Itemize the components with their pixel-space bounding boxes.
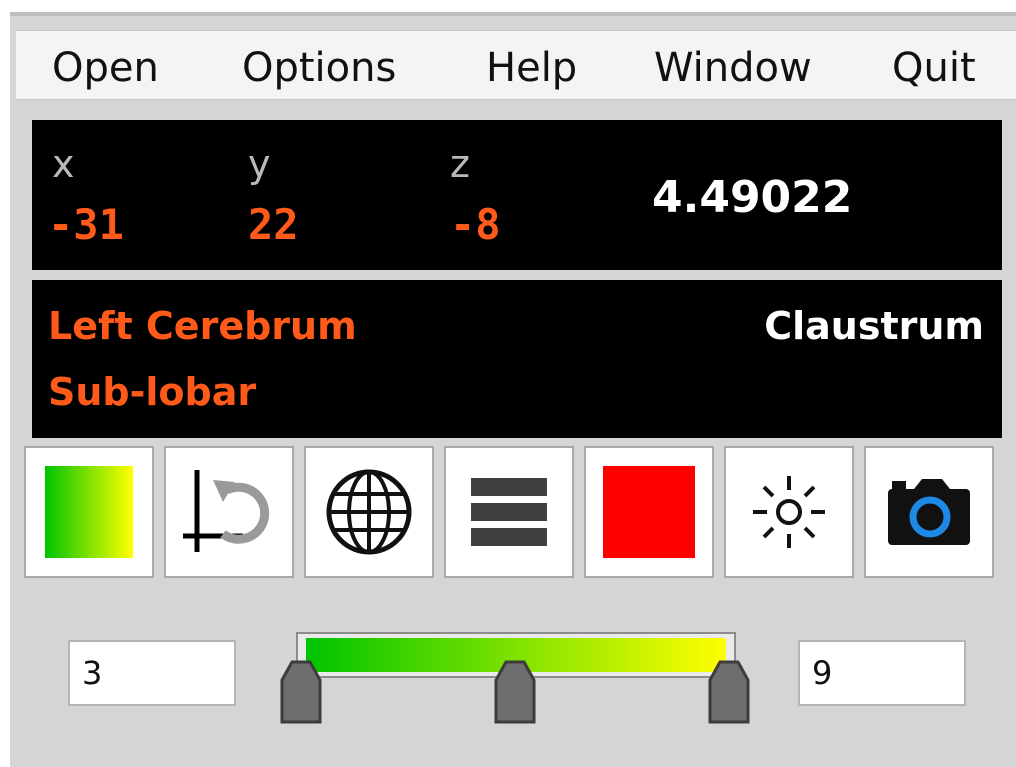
brightness-icon — [753, 476, 825, 548]
threshold-min-input[interactable]: 3 — [68, 640, 236, 706]
menu-help[interactable]: Help — [486, 44, 577, 92]
menu-open[interactable]: Open — [52, 44, 159, 92]
menu-bar: Open Options Help Window Quit — [16, 30, 1016, 100]
hemisphere-label: Left Cerebrum — [48, 304, 357, 348]
camera-icon — [888, 479, 970, 545]
menu-quit[interactable]: Quit — [892, 44, 976, 92]
y-value: 22 — [248, 200, 299, 249]
red-color-swatch-icon — [603, 466, 695, 558]
z-label: z — [450, 142, 470, 186]
region-panel: Left Cerebrum Sub-lobar Claustrum — [32, 280, 1002, 438]
structure-label: Claustrum — [764, 304, 984, 348]
colormap-gradient-icon — [45, 466, 133, 558]
brightness-button[interactable] — [724, 446, 854, 578]
toolbar — [22, 446, 1002, 586]
reset-axes-button[interactable] — [164, 446, 294, 578]
y-label: y — [248, 142, 271, 186]
lobe-label: Sub-lobar — [48, 370, 257, 414]
slider-max-handle[interactable] — [706, 658, 752, 724]
colormap-button[interactable] — [24, 446, 154, 578]
reset-axes-icon — [183, 470, 270, 552]
x-label: x — [52, 142, 75, 186]
menu-options[interactable]: Options — [242, 44, 396, 92]
slider-min-handle[interactable] — [278, 658, 324, 724]
intensity-value: 4.49022 — [652, 172, 853, 223]
threshold-max-input[interactable]: 9 — [798, 640, 966, 706]
color-swatch-button[interactable] — [584, 446, 714, 578]
layers-icon — [471, 478, 547, 546]
z-value: -8 — [450, 200, 501, 249]
layers-button[interactable] — [444, 446, 574, 578]
globe-icon — [326, 469, 412, 555]
coordinate-panel: x y z -31 22 -8 4.49022 — [32, 120, 1002, 270]
globe-button[interactable] — [304, 446, 434, 578]
menu-window[interactable]: Window — [654, 44, 812, 92]
screenshot-button[interactable] — [864, 446, 994, 578]
x-value: -31 — [48, 200, 124, 249]
slider-mid-handle[interactable] — [492, 658, 538, 724]
